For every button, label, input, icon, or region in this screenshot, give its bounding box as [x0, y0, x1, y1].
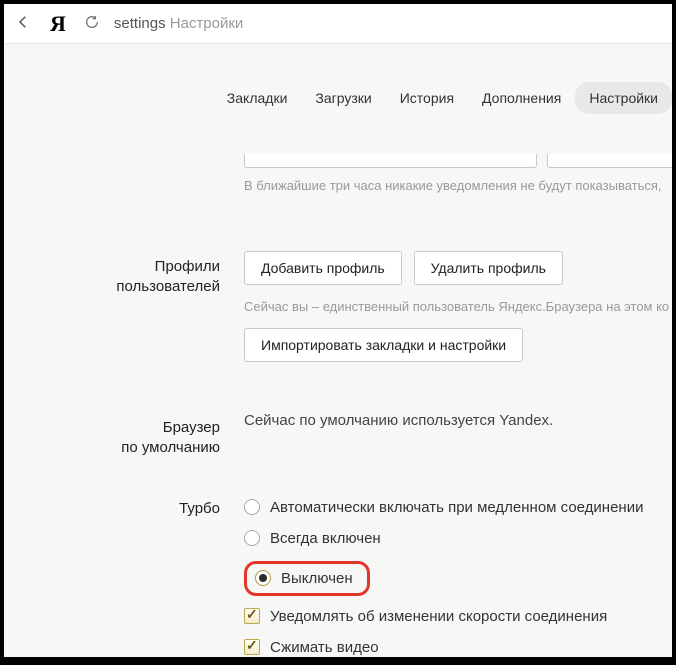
turbo-radio-always[interactable]: Всегда включен [244, 530, 672, 547]
tab-extensions[interactable]: Дополнения [468, 82, 575, 114]
section-label-profiles: Профили пользователей [44, 251, 244, 372]
content-area: Закладки Загрузки История Дополнения Нас… [4, 44, 672, 657]
section-label-default-browser: Браузер по умолчанию [44, 412, 244, 459]
settings-tabs: Закладки Загрузки История Дополнения Нас… [213, 82, 672, 114]
toolbar: Я settings Настройки [4, 4, 672, 44]
profiles-hint: Сейчас вы – единственный пользователь Ян… [244, 299, 672, 314]
yandex-logo[interactable]: Я [46, 11, 70, 37]
radio-label: Выключен [281, 570, 353, 587]
turbo-check-compress[interactable]: Сжимать видео [244, 639, 672, 656]
checkbox-icon [244, 639, 260, 655]
turbo-radio-off[interactable]: Выключен [255, 570, 353, 587]
settings-body: В ближайшие три часа никакие уведомления… [4, 154, 672, 657]
turbo-radio-auto[interactable]: Автоматически включать при медленном сое… [244, 499, 672, 516]
checkbox-icon [244, 608, 260, 624]
radio-label: Автоматически включать при медленном сое… [270, 499, 643, 516]
section-label-turbo: Турбо [44, 499, 244, 658]
tab-downloads[interactable]: Загрузки [301, 82, 385, 114]
checkbox-label: Сжимать видео [270, 639, 379, 656]
default-browser-note: Сейчас по умолчанию используется Yandex. [244, 412, 672, 429]
tab-history[interactable]: История [386, 82, 468, 114]
radio-icon-selected [255, 570, 271, 586]
address-prefix: settings [114, 15, 166, 32]
section-label-empty [44, 174, 244, 207]
address-bar[interactable]: settings Настройки [114, 15, 243, 32]
back-icon[interactable] [14, 13, 32, 34]
tab-settings[interactable]: Настройки [575, 82, 672, 114]
add-profile-button[interactable]: Добавить профиль [244, 251, 402, 285]
import-button[interactable]: Импортировать закладки и настройки [244, 328, 523, 362]
radio-icon [244, 499, 260, 515]
notifications-hint: В ближайшие три часа никакие уведомления… [244, 178, 672, 193]
checkbox-label: Уведомлять об изменении скорости соедине… [270, 608, 607, 625]
delete-profile-button[interactable]: Удалить профиль [414, 251, 563, 285]
turbo-radio-off-highlight: Выключен [244, 561, 370, 596]
tab-bookmarks[interactable]: Закладки [213, 82, 302, 114]
turbo-check-notify[interactable]: Уведомлять об изменении скорости соедине… [244, 608, 672, 625]
radio-label: Всегда включен [270, 530, 381, 547]
address-title: Настройки [170, 15, 244, 32]
reload-icon[interactable] [84, 14, 100, 33]
radio-icon [244, 530, 260, 546]
browser-window: Я settings Настройки Закладки Загрузки И… [4, 4, 672, 657]
